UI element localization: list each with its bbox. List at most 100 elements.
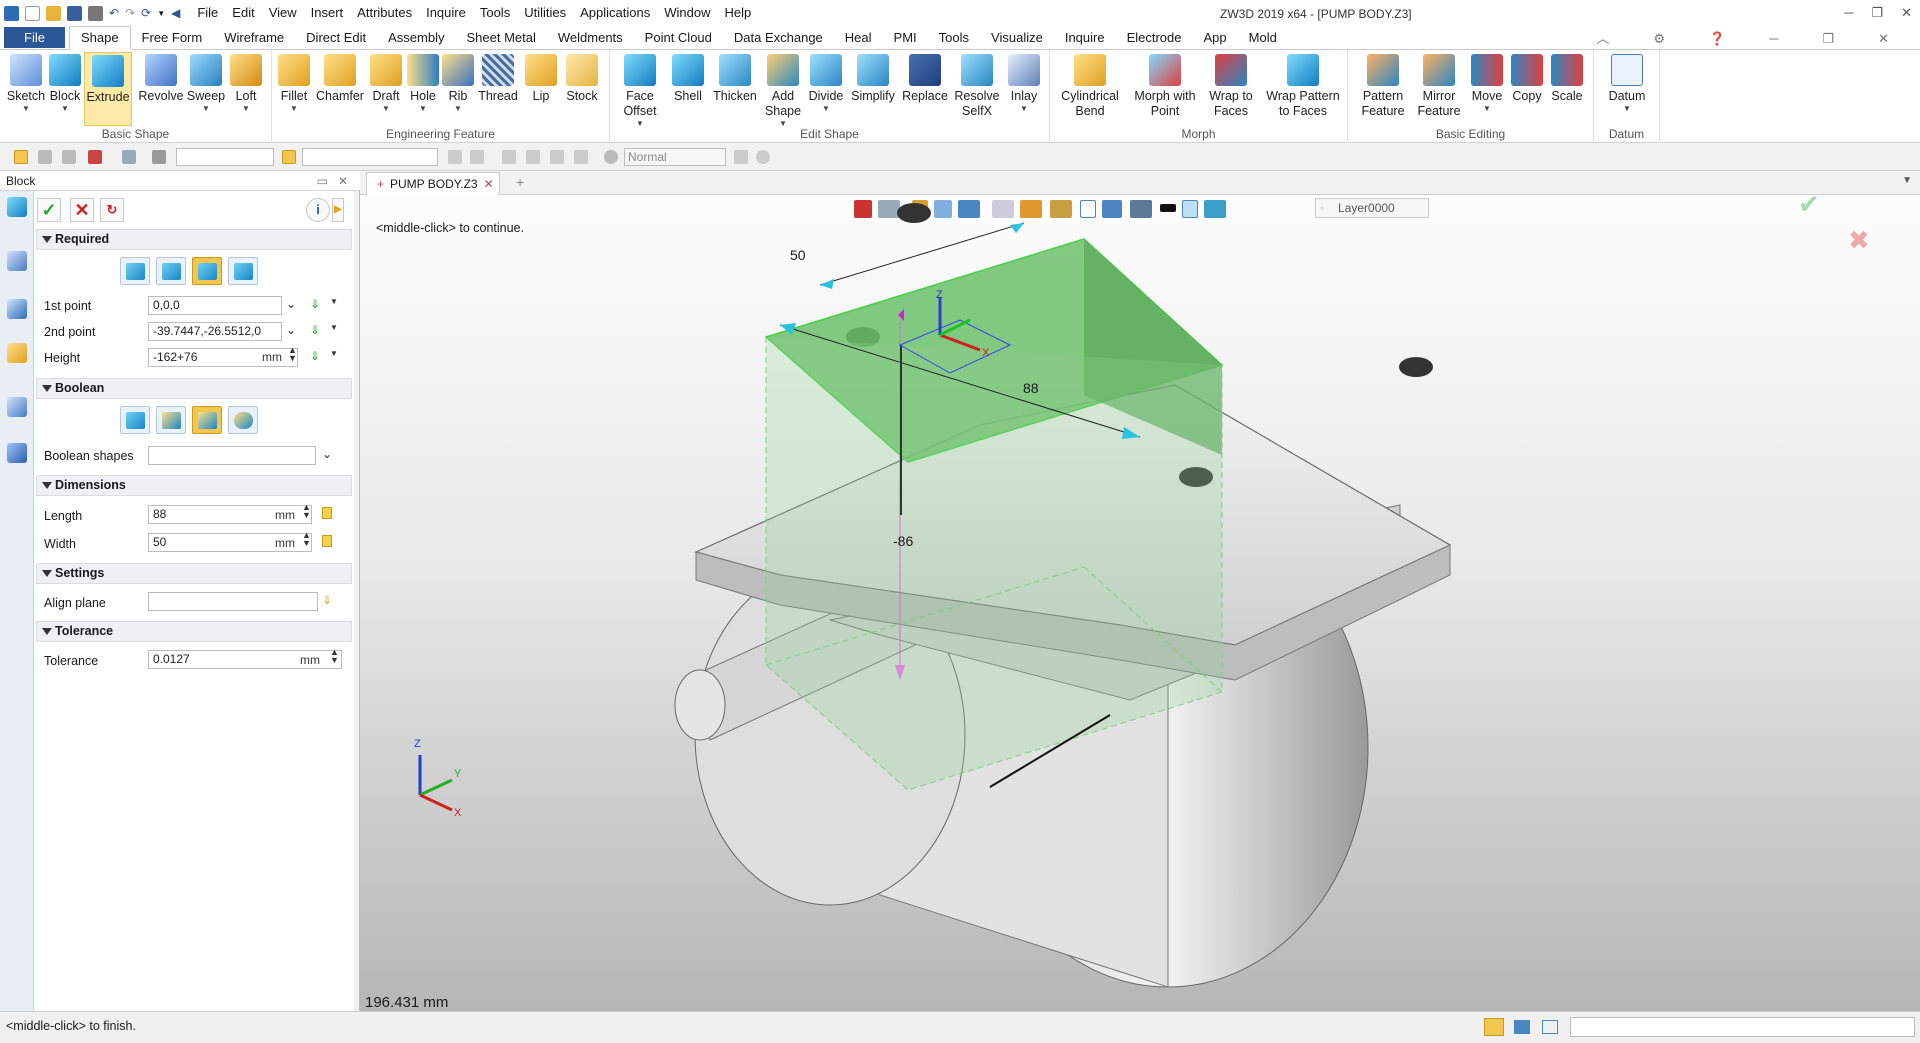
chevron-down-icon[interactable]: ▼ (157, 9, 165, 18)
dim-length-label[interactable]: 88 (1023, 380, 1039, 396)
inlay-button[interactable]: Inlay ▼ (1004, 52, 1044, 113)
window-close-icon[interactable]: ✕ (1867, 28, 1900, 50)
document-close-icon[interactable]: ✕ (484, 177, 494, 191)
open-folder-icon[interactable] (46, 5, 61, 21)
tab-point-cloud[interactable]: Point Cloud (634, 27, 723, 49)
block-type-diagonal-icon[interactable] (228, 257, 258, 285)
snap-end-icon[interactable] (526, 150, 540, 164)
settings-gear-icon[interactable]: ⚙ (1642, 28, 1676, 50)
simplify-button[interactable]: Simplify (848, 52, 898, 104)
tab-visualize[interactable]: Visualize (980, 27, 1054, 49)
undo-icon[interactable]: ↶ (109, 6, 119, 20)
history-panel-icon[interactable] (7, 251, 27, 271)
panel-close-icon[interactable]: ✕ (338, 171, 348, 191)
chamfer-button[interactable]: Chamfer (314, 52, 366, 104)
dim-height-label[interactable]: -86 (893, 533, 913, 549)
help-icon[interactable]: ❓ (1698, 28, 1736, 50)
tab-assembly[interactable]: Assembly (377, 27, 455, 49)
section-dimensions[interactable]: Dimensions (36, 475, 352, 496)
snap-pin-icon[interactable] (574, 150, 588, 164)
block-type-center-icon[interactable] (120, 257, 150, 285)
tab-app[interactable]: App (1193, 27, 1238, 49)
resolve-selfx-button[interactable]: Resolve SelfX (954, 52, 1000, 119)
sweep-button[interactable]: Sweep ▼ (186, 52, 226, 113)
boolean-shapes-input[interactable] (148, 446, 316, 465)
stock-button[interactable]: Stock (562, 52, 602, 104)
cylindrical-bend-button[interactable]: Cylindrical Bend (1056, 52, 1124, 119)
length-lock-icon[interactable] (322, 507, 332, 519)
snap-grid-icon[interactable] (448, 150, 462, 164)
boolean-shapes-options-icon[interactable]: ⌄ (322, 447, 332, 461)
second-point-options-chevron-icon[interactable]: ⌄ (286, 323, 296, 337)
boolean-remove-icon[interactable] (192, 406, 222, 434)
render-mode-icon[interactable] (604, 150, 618, 164)
tab-mold[interactable]: Mold (1238, 27, 1288, 49)
user-panel-icon[interactable] (7, 443, 27, 463)
filter-dropdown[interactable] (176, 148, 274, 166)
width-lock-icon[interactable] (322, 535, 332, 547)
status-prompt-icon[interactable] (1484, 1018, 1504, 1036)
redo-icon[interactable]: ↷ (125, 6, 135, 20)
collapse-ribbon-icon[interactable]: ︿ (1585, 28, 1620, 50)
tab-list-icon[interactable]: ▼ (1902, 175, 1912, 186)
menu-edit[interactable]: Edit (225, 0, 261, 26)
align-plane-input[interactable] (148, 592, 318, 611)
panel-pin-icon[interactable]: ▭ (317, 171, 328, 191)
first-point-input[interactable]: 0,0,0 (148, 296, 282, 315)
3d-viewport[interactable]: <middle-click> to continue. ◦ Layer0000 … (360, 195, 1920, 1011)
tab-tools[interactable]: Tools (928, 27, 980, 49)
loft-button[interactable]: Loft ▼ (228, 52, 264, 113)
divide-button[interactable]: Divide ▼ (806, 52, 846, 113)
tab-shape[interactable]: Shape (68, 26, 131, 50)
height-dropdown-icon[interactable]: ▼ (330, 349, 338, 358)
lip-button[interactable]: Lip (524, 52, 558, 104)
menu-view[interactable]: View (262, 0, 304, 26)
height-pick-icon[interactable]: ⇓ (310, 349, 320, 363)
cursor-settings-icon[interactable] (756, 150, 770, 164)
window-restore-icon[interactable]: ❐ (1811, 28, 1845, 50)
align-plane-pick-icon[interactable]: ⇓ (322, 593, 332, 607)
first-point-pick-icon[interactable]: ⇓ (310, 297, 320, 311)
datum-button[interactable]: Datum ▼ (1606, 52, 1648, 113)
block-type-corner-extrude-icon[interactable] (192, 257, 222, 285)
new-file-icon[interactable] (25, 5, 40, 21)
assembly-tree-icon[interactable] (7, 299, 27, 319)
section-tolerance[interactable]: Tolerance (36, 621, 352, 642)
layer-filter-dropdown[interactable] (302, 148, 438, 166)
feature-panel-icon[interactable] (7, 197, 27, 217)
new-tab-icon[interactable]: + (516, 174, 524, 190)
tab-electrode[interactable]: Electrode (1116, 27, 1193, 49)
tab-weldments[interactable]: Weldments (547, 27, 634, 49)
save-icon[interactable] (67, 5, 82, 21)
block-button[interactable]: Block ▼ (46, 52, 84, 113)
menu-applications[interactable]: Applications (573, 0, 657, 26)
ok-check-button[interactable]: ✓ (37, 198, 61, 222)
cursor-select-icon[interactable] (734, 150, 748, 164)
fillet-button[interactable]: Fillet ▼ (276, 52, 312, 113)
second-point-pick-icon[interactable]: ⇓ (310, 323, 320, 337)
height-spinner-icon[interactable]: ▲ ▼ (288, 346, 297, 363)
menu-insert[interactable]: Insert (304, 0, 351, 26)
first-point-options-chevron-icon[interactable]: ⌄ (286, 297, 296, 311)
section-required[interactable]: Required (36, 229, 352, 250)
status-window-icon[interactable] (1542, 1020, 1558, 1034)
print-icon[interactable] (88, 5, 103, 21)
tab-inquire[interactable]: Inquire (1054, 27, 1116, 49)
apply-button[interactable]: ↻ (100, 198, 124, 222)
status-display-icon[interactable] (1514, 1020, 1530, 1034)
pick-shape-icon[interactable] (122, 150, 136, 164)
tab-direct-edit[interactable]: Direct Edit (295, 27, 377, 49)
dim-width-label[interactable]: 50 (790, 247, 806, 263)
layer-filter-icon[interactable] (282, 150, 296, 164)
replace-button[interactable]: Replace (900, 52, 950, 104)
close-icon[interactable]: ✕ (1901, 0, 1912, 26)
thread-button[interactable]: Thread (476, 52, 520, 104)
refresh-icon[interactable]: ⟳ (141, 6, 151, 20)
back-arrow-icon[interactable]: ◀ (171, 6, 180, 20)
width-spinner-icon[interactable]: ▲ ▼ (302, 531, 311, 548)
sketch-button[interactable]: Sketch ▼ (6, 52, 46, 113)
part-library-icon[interactable] (7, 343, 27, 363)
pick-point-icon[interactable] (88, 150, 102, 164)
second-point-dropdown-icon[interactable]: ▼ (330, 323, 338, 332)
menu-help[interactable]: Help (717, 0, 758, 26)
